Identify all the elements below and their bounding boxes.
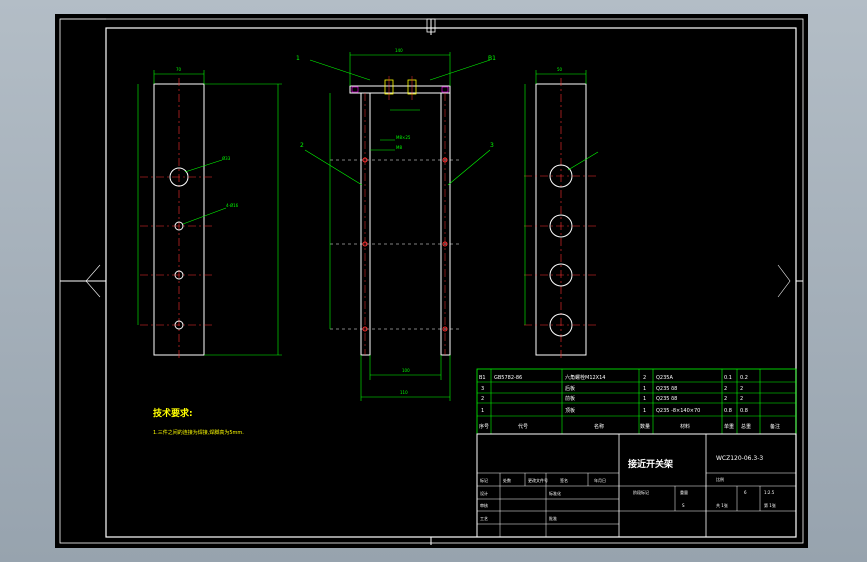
dim-bolt-label2: M8 xyxy=(396,145,402,150)
bom-cell: Q235 δ8 xyxy=(656,396,677,402)
tb-standard: 标准化 xyxy=(549,490,561,496)
bom-cell: 1 xyxy=(643,396,646,402)
tb-r1-c6: 年月日 xyxy=(594,477,606,483)
tb-design: 设计 xyxy=(480,490,488,496)
tb-sheets-total: 共 1张 xyxy=(716,502,728,508)
bom-cell: 后板 xyxy=(565,385,575,392)
tb-r1-c2: 处数 xyxy=(503,477,511,483)
tb-r1-c5: 签名 xyxy=(560,477,568,483)
bom-header-cell: 单重 xyxy=(724,423,734,430)
bom-cell: 2 xyxy=(724,386,727,392)
bom-header-cell: 名称 xyxy=(594,423,604,430)
tb-stage-label: 阶段标记 xyxy=(633,489,649,495)
bom-header-cell: 序号 xyxy=(479,423,489,430)
bom-cell: 2 xyxy=(643,375,646,381)
sheet-background xyxy=(55,14,808,548)
bom-header-cell: 材料 xyxy=(680,423,690,430)
bom-cell: 2 xyxy=(740,396,743,402)
tb-r1-c1: 标记 xyxy=(480,477,488,483)
dim-hole-label: Ø33 xyxy=(222,156,231,161)
dim-top-width: 140 xyxy=(395,48,403,53)
tb-check: 审核 xyxy=(480,502,488,508)
tb-approve: 批准 xyxy=(549,515,557,521)
bom-cell: 3 xyxy=(481,386,484,392)
dim-bolt-label: M8×25 xyxy=(396,135,411,140)
bom-cell: 六角螺栓M12X14 xyxy=(565,374,605,381)
bom-cell: 1 xyxy=(643,386,646,392)
bom-cell: 0.8 xyxy=(724,408,732,414)
bom-cell: 0.8 xyxy=(740,408,748,414)
dim-left-width: 70 xyxy=(176,67,182,72)
dim-bottom-outer: 110 xyxy=(400,390,408,395)
dim-pin-label: 4-Ø16 xyxy=(226,203,239,208)
bom-cell: 0.2 xyxy=(740,375,748,381)
tb-sheet-no: 第 1张 xyxy=(764,502,776,508)
tb-process: 工艺 xyxy=(480,516,488,521)
bom-cell: Q235A xyxy=(656,375,673,381)
bom-header-cell: 代号 xyxy=(518,423,528,430)
bom-cell: 前板 xyxy=(565,395,575,402)
part-label-3: 3 xyxy=(490,142,494,149)
part-label-1: 1 xyxy=(296,55,300,62)
bom-cell: 1 xyxy=(643,408,646,414)
part-label-2: 2 xyxy=(300,142,304,149)
cad-viewport: 70 Ø33 4-Ø16 1 2 3 B1 140 100 110 M8×25 … xyxy=(0,0,867,562)
tech-req-title: 技术要求: xyxy=(153,407,193,419)
drawing-canvas: 70 Ø33 4-Ø16 1 2 3 B1 140 100 110 M8×25 … xyxy=(55,14,808,548)
drawing-title: 接近开关架 xyxy=(628,458,673,470)
tb-scale-val: 1:2.5 xyxy=(764,490,775,495)
drawing-number: WCZ120-06.3-3 xyxy=(716,455,763,462)
bom-cell: Q235 -8×140×70 xyxy=(656,408,700,414)
bom-cell: 2 xyxy=(740,386,743,392)
bom-cell: 2 xyxy=(724,396,727,402)
dim-bottom-inner: 100 xyxy=(402,368,410,373)
bom-header-cell: 总重 xyxy=(741,423,751,430)
bom-cell: GB5782-86 xyxy=(494,375,522,381)
part-label-b1: B1 xyxy=(488,55,496,62)
bom-cell: B1 xyxy=(479,375,486,381)
bom-header-cell: 数量 xyxy=(640,423,650,430)
bom-header-cell: 备注 xyxy=(770,423,780,430)
bom-cell: 1 xyxy=(481,408,484,414)
tb-scale-label: 比例 xyxy=(716,476,724,482)
bom-cell: Q235 δ8 xyxy=(656,386,677,392)
tech-req-note: 1.三件之间的连接为焊接,焊脚高为5mm. xyxy=(153,429,244,436)
tb-weight-label: 重量 xyxy=(680,489,688,495)
bom-cell: 2 xyxy=(481,396,484,402)
dim-right-width: 50 xyxy=(557,67,563,72)
bom-cell: 顶板 xyxy=(565,407,575,414)
tb-r1-c4: 更改文件号 xyxy=(528,477,548,483)
bom-cell: 0.1 xyxy=(724,375,732,381)
